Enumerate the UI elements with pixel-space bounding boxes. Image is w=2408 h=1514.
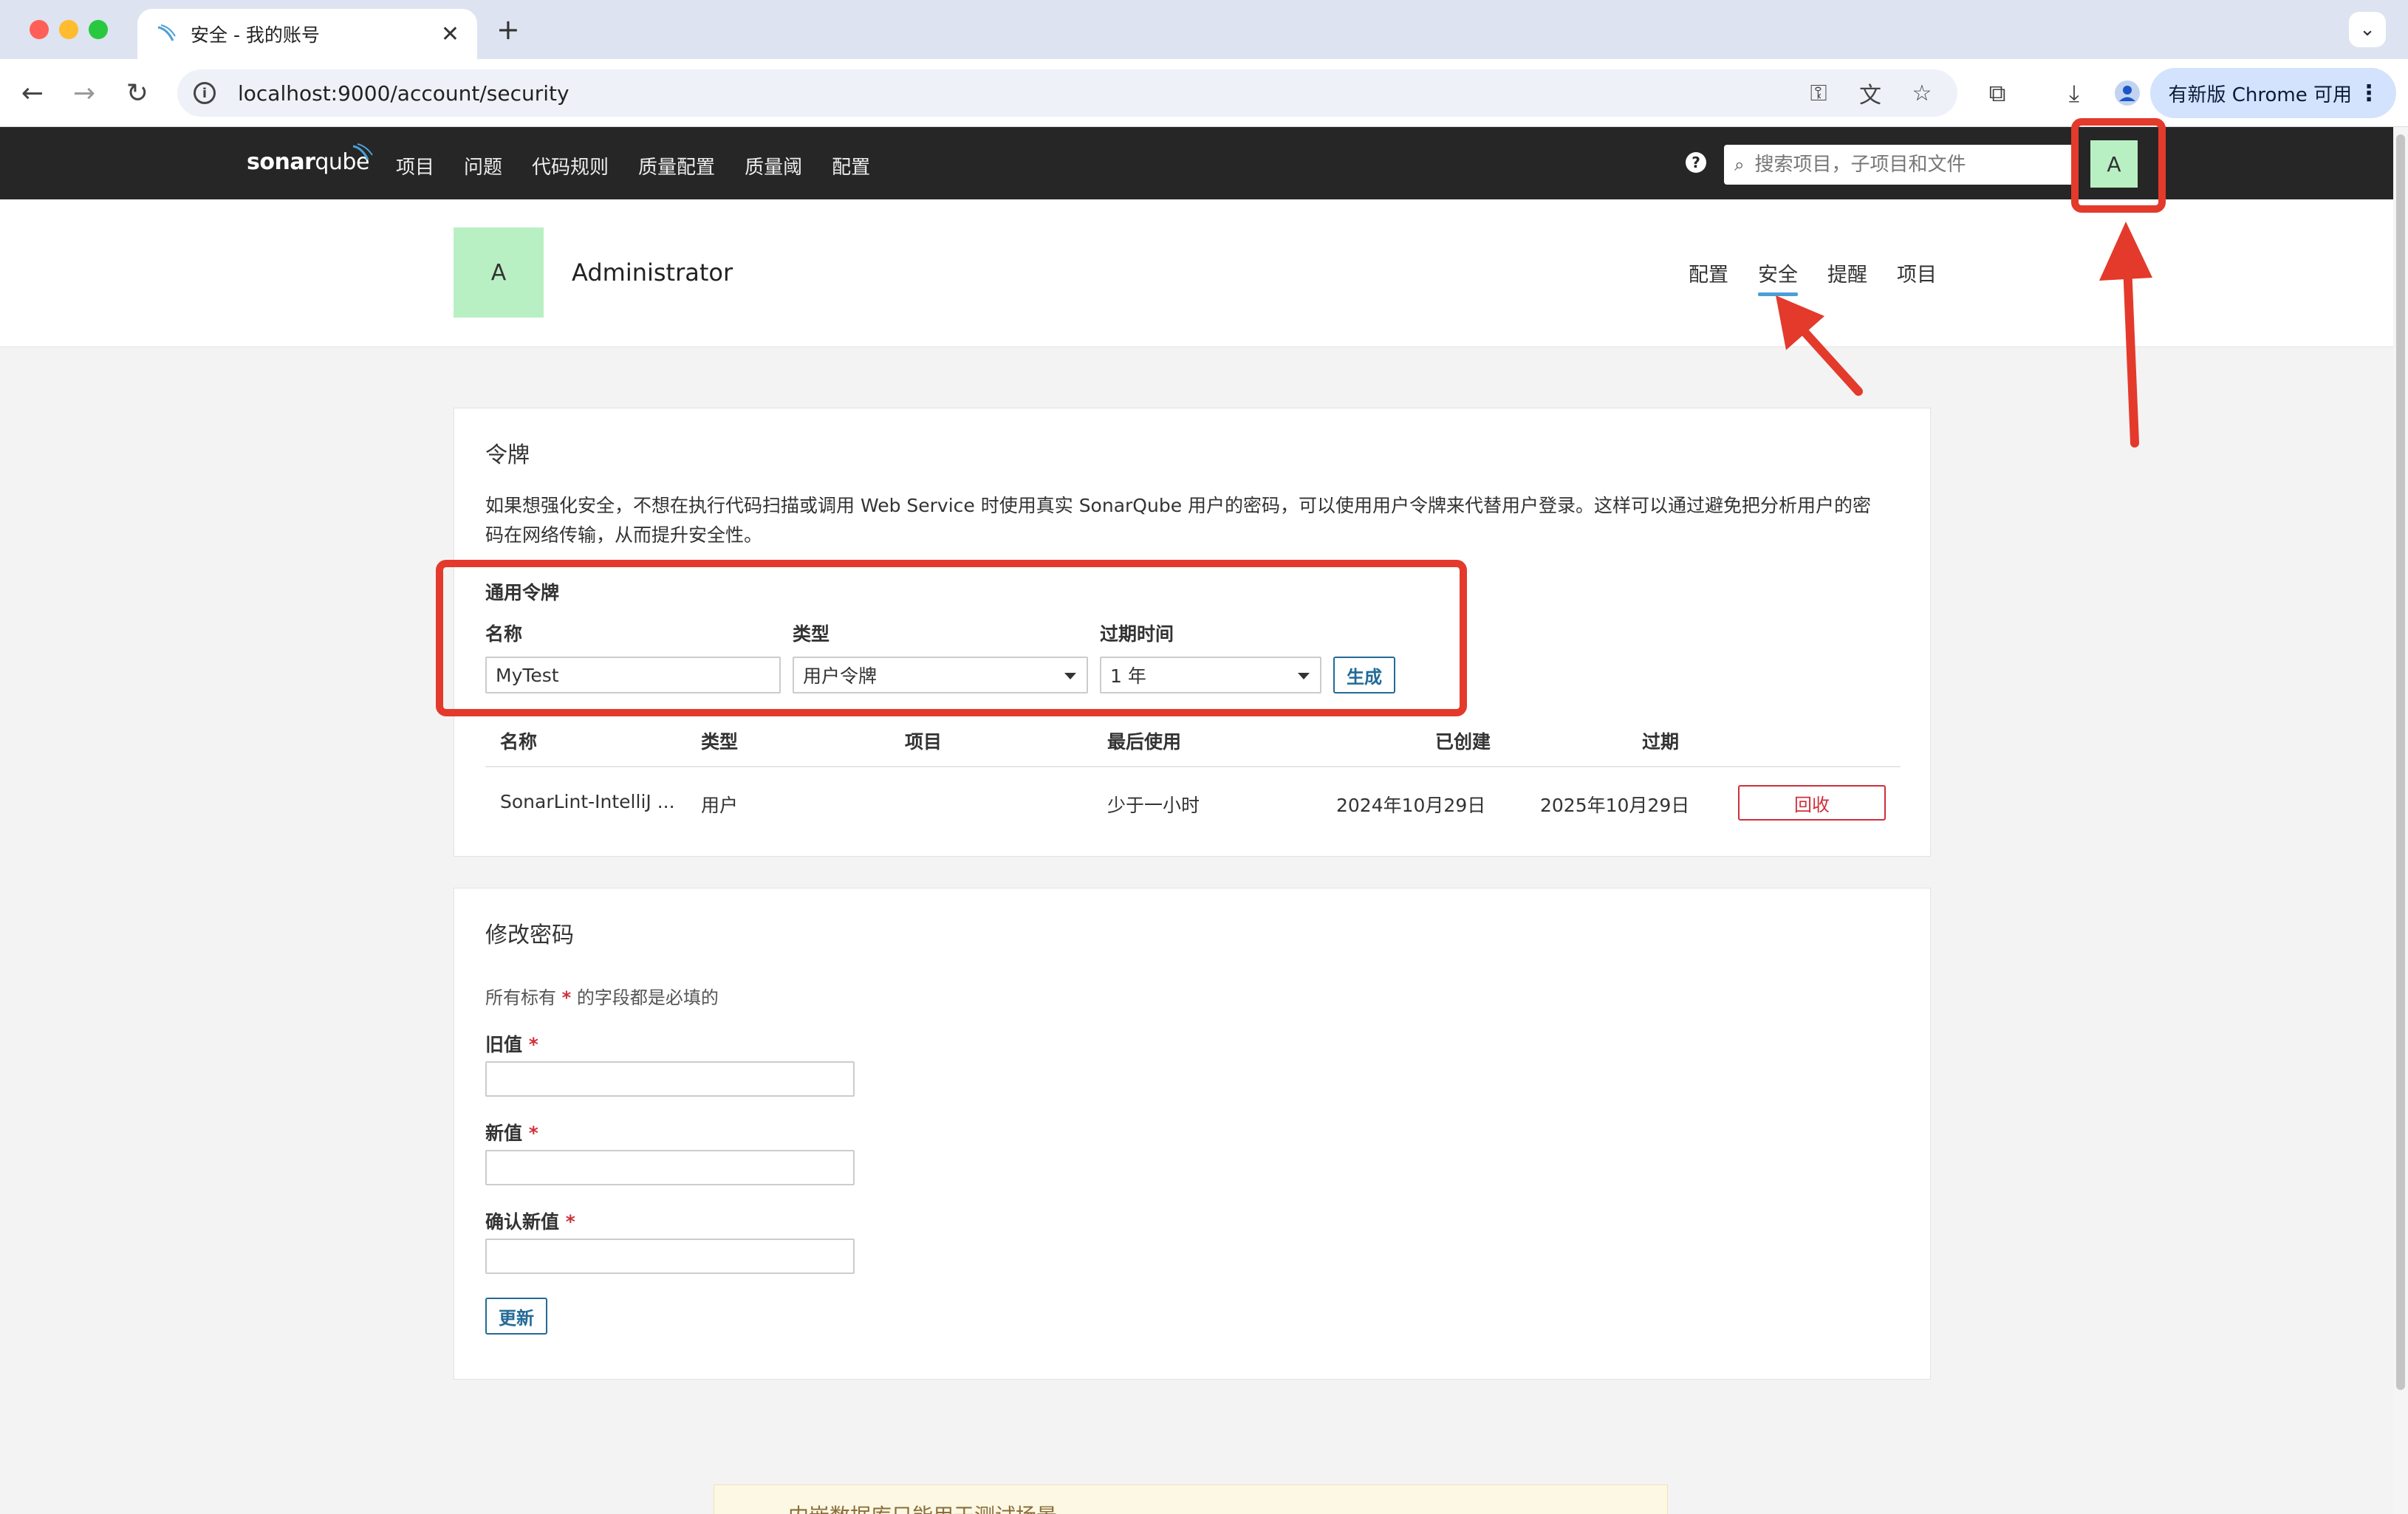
- annotation-box-generate-token: [436, 560, 1467, 716]
- col-header-created: 已创建: [1435, 731, 1491, 753]
- col-header-last-used: 最后使用: [1107, 731, 1182, 753]
- scrollbar-thumb[interactable]: [2396, 134, 2405, 1390]
- sonarqube-logo[interactable]: sonarqube: [247, 143, 373, 175]
- change-password-title: 修改密码: [485, 922, 574, 948]
- new-password-label: 新值 *: [485, 1123, 538, 1144]
- col-header-expires: 过期: [1642, 731, 1680, 753]
- translate-icon[interactable]: 文: [1857, 80, 1884, 109]
- confirm-password-input[interactable]: [485, 1239, 855, 1274]
- more-menu-icon[interactable]: ⋮: [2358, 81, 2380, 106]
- help-icon[interactable]: ?: [1686, 152, 1706, 173]
- tab-projects[interactable]: 项目: [1897, 258, 1937, 287]
- main-menu: 项目 问题 代码规则 质量配置 质量阈 配置: [396, 152, 870, 179]
- page-scrollbar[interactable]: [2393, 127, 2408, 1514]
- browser-tab-active[interactable]: 安全 - 我的账号 ✕: [137, 9, 477, 59]
- bookmark-star-icon[interactable]: ☆: [1909, 80, 1935, 106]
- col-header-name: 名称: [500, 731, 538, 753]
- account-name: Administrator: [572, 258, 733, 287]
- token-row-type: 用户: [701, 795, 739, 816]
- reload-icon[interactable]: ↻: [121, 77, 154, 109]
- menu-item-administration[interactable]: 配置: [832, 152, 870, 179]
- table-header-divider: [485, 766, 1901, 767]
- embedded-db-warning-banner: 内嵌数据库只能用于测试场景: [714, 1484, 1668, 1514]
- menu-item-rules[interactable]: 代码规则: [532, 152, 609, 179]
- token-row-expires: 2025年10月29日: [1540, 795, 1690, 816]
- browser-toolbar: ← → ↻ i localhost:9000/account/security …: [0, 59, 2408, 127]
- token-row-created: 2024年10月29日: [1336, 795, 1486, 816]
- menu-item-quality-profiles[interactable]: 质量配置: [638, 152, 715, 179]
- tab-security[interactable]: 安全: [1758, 258, 1798, 296]
- tab-close-icon[interactable]: ✕: [441, 21, 459, 47]
- col-header-project: 项目: [905, 731, 943, 753]
- account-tabs: 配置 安全 提醒 项目: [1689, 258, 1937, 296]
- url-text: localhost:9000/account/security: [238, 81, 569, 106]
- extensions-puzzle-icon[interactable]: ⧉: [1981, 77, 2014, 109]
- global-search[interactable]: ⌕: [1724, 145, 2079, 185]
- site-info-icon[interactable]: i: [194, 82, 216, 104]
- token-row-name: SonarLint-IntelliJ ...: [500, 791, 675, 812]
- sonarqube-navbar: sonarqube 项目 问题 代码规则 质量配置 质量阈 配置 ? ⌕ A: [0, 127, 2393, 199]
- menu-item-issues[interactable]: 问题: [464, 152, 502, 179]
- col-header-type: 类型: [701, 731, 739, 753]
- chrome-update-button[interactable]: 有新版 Chrome 可用 ⋮: [2150, 68, 2396, 118]
- table-row: SonarLint-IntelliJ ... 用户 少于一小时 2024年10月…: [485, 769, 1901, 835]
- token-row-last-used: 少于一小时: [1107, 795, 1200, 816]
- confirm-password-label: 确认新值 *: [485, 1211, 575, 1233]
- tab-title: 安全 - 我的账号: [191, 24, 320, 46]
- password-key-icon[interactable]: ⚿: [1805, 80, 1832, 106]
- address-bar[interactable]: i localhost:9000/account/security ⚿ 文 ☆: [177, 69, 1957, 117]
- profile-icon[interactable]: [2111, 77, 2144, 109]
- old-password-input[interactable]: [485, 1061, 855, 1097]
- annotation-box-avatar: [2071, 118, 2166, 213]
- sonarqube-favicon-icon: [155, 23, 177, 45]
- new-password-input[interactable]: [485, 1150, 855, 1185]
- search-icon: ⌕: [1734, 154, 1745, 175]
- tokens-description: 如果想强化安全，不想在执行代码扫描或调用 Web Service 时使用真实 S…: [485, 495, 1872, 546]
- update-password-button[interactable]: 更新: [485, 1298, 547, 1335]
- browser-titlebar: 安全 - 我的账号 ✕ + ⌄: [0, 0, 2408, 59]
- sonar-waves-icon: [352, 143, 373, 160]
- tab-notifications[interactable]: 提醒: [1827, 258, 1867, 287]
- required-fields-note: 所有标有 * 的字段都是必填的: [485, 987, 719, 1008]
- maximize-window-button[interactable]: [89, 20, 108, 39]
- minimize-window-button[interactable]: [59, 20, 78, 39]
- tokens-table: 名称 类型 项目 最后使用 已创建 过期 SonarLint-IntelliJ …: [485, 727, 1901, 838]
- download-icon[interactable]: ⤓: [2058, 77, 2090, 109]
- forward-arrow-icon[interactable]: →: [68, 77, 100, 109]
- menu-item-quality-gates[interactable]: 质量阈: [745, 152, 802, 179]
- new-tab-button[interactable]: +: [496, 13, 520, 46]
- revoke-token-button[interactable]: 回收: [1738, 785, 1886, 821]
- close-window-button[interactable]: [30, 20, 49, 39]
- chrome-update-label: 有新版 Chrome 可用: [2168, 83, 2352, 106]
- global-search-input[interactable]: [1754, 154, 2050, 176]
- account-header: A Administrator 配置 安全 提醒 项目: [0, 199, 2393, 347]
- account-avatar: A: [454, 227, 544, 318]
- tab-profile[interactable]: 配置: [1689, 258, 1728, 287]
- change-password-card: 修改密码 所有标有 * 的字段都是必填的 旧值 * 新值 * 确认新值 * 更新: [454, 888, 1931, 1380]
- back-arrow-icon[interactable]: ←: [16, 77, 49, 109]
- menu-item-projects[interactable]: 项目: [396, 152, 434, 179]
- tab-search-chevron-icon[interactable]: ⌄: [2349, 12, 2386, 47]
- tokens-title: 令牌: [485, 442, 530, 468]
- old-password-label: 旧值 *: [485, 1034, 538, 1055]
